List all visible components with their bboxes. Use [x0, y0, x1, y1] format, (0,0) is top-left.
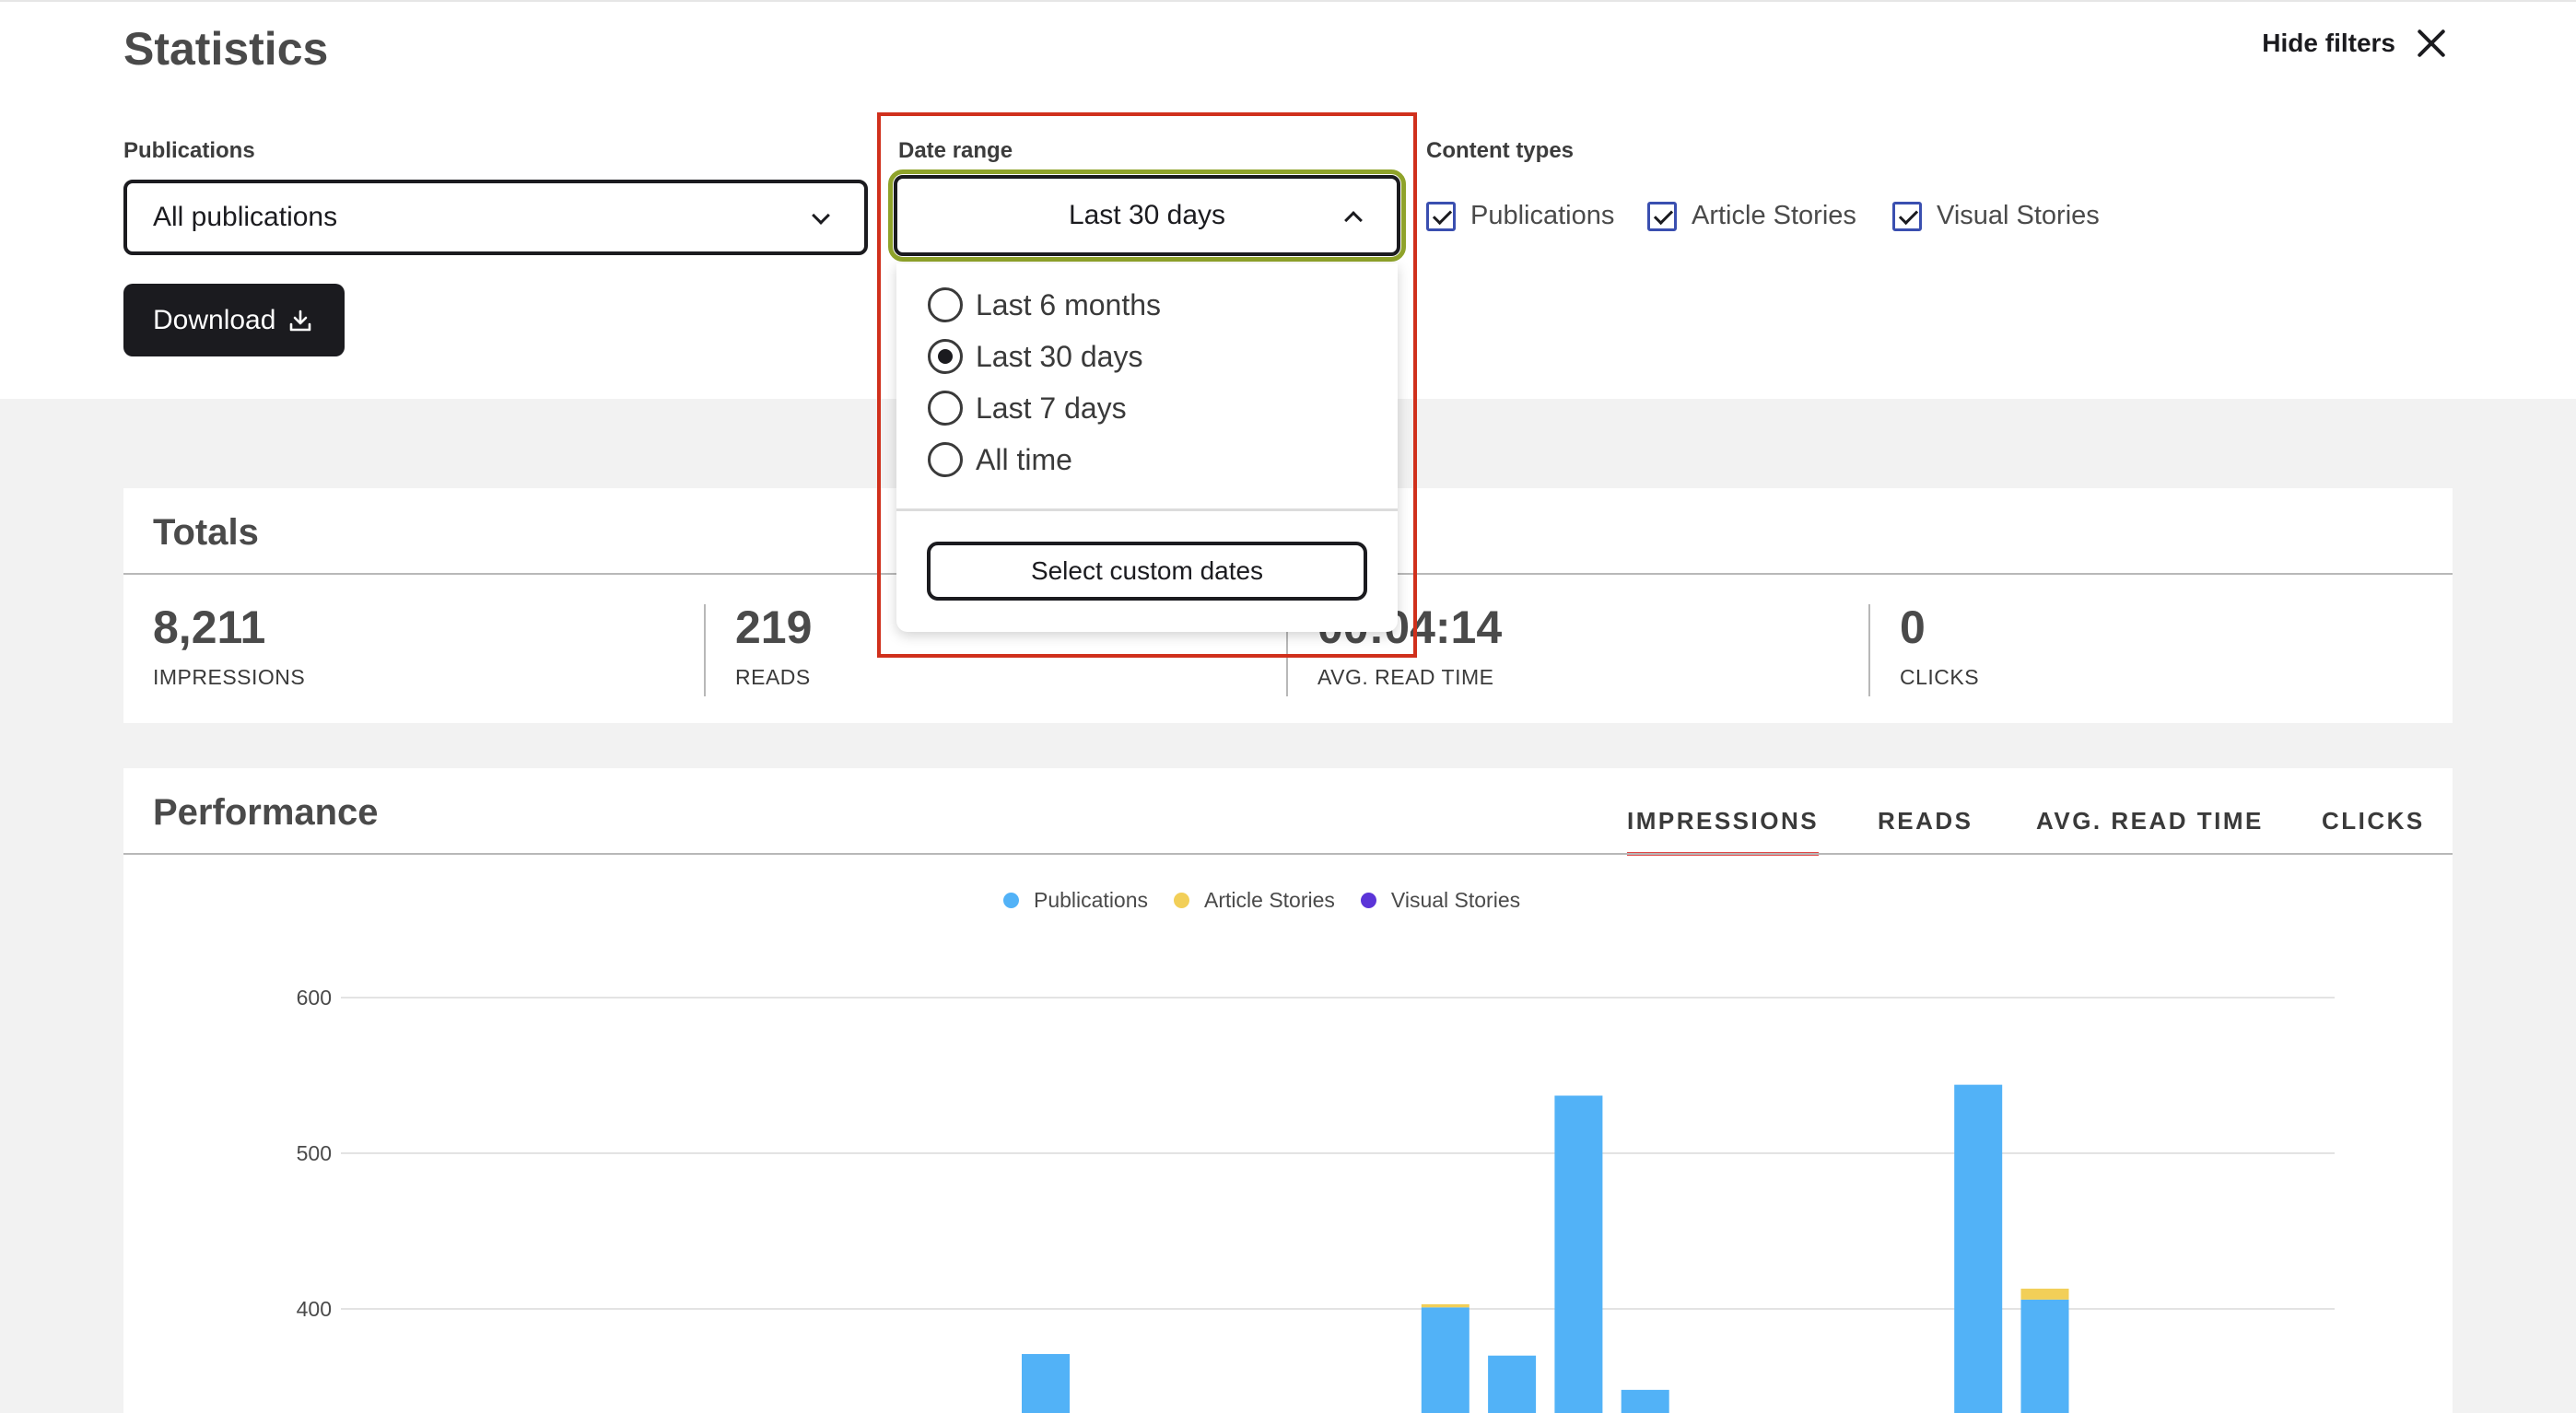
chart-bar[interactable] [1488, 1355, 1537, 1413]
select-custom-dates-button[interactable]: Select custom dates [927, 542, 1367, 601]
date-option-label: Last 30 days [976, 339, 1143, 373]
chart-bar[interactable] [1621, 1389, 1669, 1413]
chart-bar[interactable] [1421, 1303, 1469, 1308]
date-option-label: Last 6 months [976, 287, 1161, 321]
metric-clicks: 0 CLICKS [1900, 604, 1979, 690]
metric-value: 219 [735, 601, 813, 653]
divider [896, 508, 1398, 511]
y-tick-label: 600 [297, 986, 332, 1010]
chart-bar[interactable] [1954, 1084, 2003, 1413]
date-option-last-30-days[interactable]: Last 30 days [928, 339, 1142, 374]
radio-icon[interactable] [928, 442, 963, 477]
content-type-article-stories[interactable]: Article Stories [1647, 201, 1856, 231]
download-label: Download [153, 304, 276, 335]
date-option-last-6-months[interactable]: Last 6 months [928, 287, 1161, 322]
chart-bar[interactable] [2020, 1289, 2069, 1300]
page-title: Statistics [123, 23, 329, 75]
close-icon[interactable] [2416, 28, 2447, 59]
content-type-label: Publications [1470, 201, 1615, 230]
metric-label: IMPRESSIONS [153, 665, 306, 689]
radio-icon[interactable] [928, 391, 963, 426]
date-range-dropdown: Last 6 months Last 30 days Last 7 days A… [896, 263, 1398, 632]
hide-filters-button[interactable]: Hide filters [2262, 28, 2447, 59]
impressions-chart: 400 500 600 [297, 986, 2335, 1413]
radio-selected-icon[interactable] [928, 339, 963, 374]
date-option-label: Last 7 days [976, 391, 1127, 425]
date-range-select[interactable]: Last 30 days [888, 169, 1406, 262]
metric-label: READS [735, 665, 811, 689]
download-button[interactable]: Download [123, 284, 345, 356]
metric-reads: 219 READS [735, 604, 812, 690]
chevron-up-icon [1344, 211, 1363, 229]
content-type-label: Visual Stories [1937, 201, 2100, 230]
content-type-publications[interactable]: Publications [1426, 201, 1614, 231]
date-option-last-7-days[interactable]: Last 7 days [928, 391, 1127, 426]
totals-title: Totals [153, 512, 259, 553]
metric-impressions: 8,211 IMPRESSIONS [153, 604, 305, 690]
performance-card: Performance IMPRESSIONS READS AVG. READ … [123, 768, 2453, 1413]
metric-label: CLICKS [1900, 665, 1980, 689]
hide-filters-label: Hide filters [2262, 29, 2395, 57]
chart-bar[interactable] [2020, 1299, 2069, 1413]
metric-value: 8,211 [153, 601, 266, 653]
download-icon [290, 309, 311, 331]
metric-label: AVG. READ TIME [1317, 665, 1494, 689]
date-range-select-value: Last 30 days [1068, 200, 1226, 230]
metric-value: 0 [1900, 601, 1926, 653]
checkbox-checked-icon[interactable] [1647, 201, 1677, 231]
chart-bar[interactable] [1554, 1095, 1603, 1413]
content-type-visual-stories[interactable]: Visual Stories [1892, 201, 2100, 231]
divider [1868, 604, 1870, 696]
y-tick-label: 400 [297, 1297, 332, 1321]
y-tick-label: 500 [297, 1141, 332, 1165]
publications-label: Publications [123, 138, 255, 163]
radio-icon[interactable] [928, 287, 963, 322]
publications-select[interactable]: All publications [123, 180, 868, 255]
chevron-down-icon [812, 206, 830, 225]
checkbox-checked-icon[interactable] [1426, 201, 1456, 231]
content-type-label: Article Stories [1692, 201, 1856, 230]
content-types-label: Content types [1426, 138, 1575, 163]
chart-bar[interactable] [1421, 1307, 1469, 1413]
date-option-all-time[interactable]: All time [928, 442, 1072, 477]
date-range-label: Date range [898, 138, 1013, 163]
date-option-label: All time [976, 442, 1072, 476]
chart-bar[interactable] [1022, 1354, 1070, 1413]
checkbox-checked-icon[interactable] [1892, 201, 1922, 231]
divider [704, 604, 706, 696]
publications-select-value: All publications [153, 202, 338, 232]
